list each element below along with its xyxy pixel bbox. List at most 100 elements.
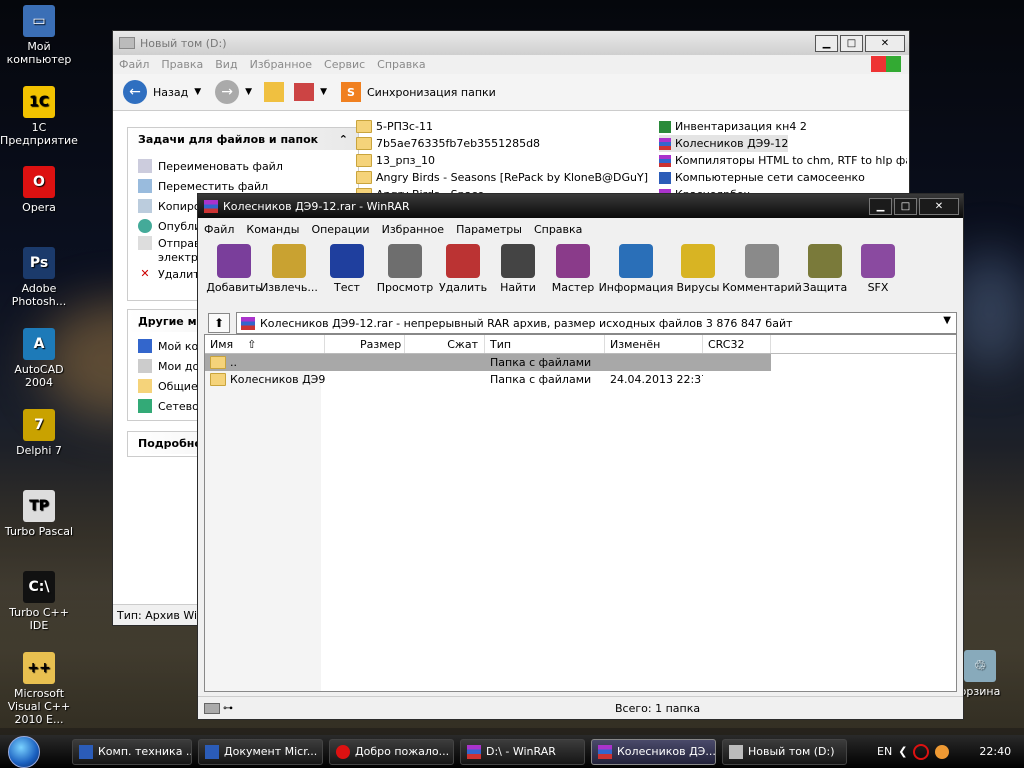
file-item[interactable]: Инвентаризация кн4 2 <box>659 118 807 135</box>
file-item[interactable]: Компьютерные сети самосеенко <box>659 169 865 186</box>
taskbar-item-opera[interactable]: Добро пожало... <box>329 738 454 765</box>
desktop-icon-photoshop[interactable]: Ps Adobe Photosh... <box>0 247 78 308</box>
back-button-label[interactable]: Назад <box>153 86 188 99</box>
path-row: ⬆ Колесников ДЭ9-12.rar - непрерывный RA… <box>198 310 963 336</box>
col-crc[interactable]: CRC32 <box>703 335 771 353</box>
close-button[interactable]: ✕ <box>865 34 905 52</box>
desktop-icon-turbo-cpp[interactable]: C:\ Turbo C++ IDE <box>0 571 78 632</box>
desktop-icon-label: AutoCAD 2004 <box>14 363 64 389</box>
minimize-button[interactable]: ▁ <box>869 197 892 215</box>
folder-icon <box>356 154 372 167</box>
desktop-icon-1c[interactable]: 1С 1С Предприятие <box>0 86 78 147</box>
sort-up-icon: ⇧ <box>247 337 257 351</box>
toolbar-delete-button[interactable]: Удалить <box>434 240 492 294</box>
col-type[interactable]: Тип <box>485 335 605 353</box>
up-arrow-icon: ⬆ <box>213 316 225 330</box>
table-row[interactable]: Колесников ДЭ9... Папка с файлами 24.04.… <box>205 371 771 388</box>
documents-icon <box>138 359 152 373</box>
path-dropdown-icon[interactable]: ▼ <box>943 315 951 326</box>
desktop-icon-my-computer[interactable]: ▭ Мой компьютер <box>0 5 78 66</box>
word-icon <box>79 744 93 759</box>
desktop-icon-visual-cpp[interactable]: ++ Microsoft Visual C++ 2010 E... <box>0 652 78 726</box>
menu-commands[interactable]: Команды <box>240 223 305 236</box>
rename-icon <box>138 159 152 173</box>
desktop-icon-label: Adobe Photosh... <box>11 282 67 308</box>
toolbar-find-button[interactable]: Найти <box>492 240 544 294</box>
up-folder-button[interactable]: ⬆ <box>208 313 230 333</box>
desktop-icon-autocad[interactable]: A AutoCAD 2004 <box>0 328 78 389</box>
toolbar-view-button[interactable]: Просмотр <box>376 240 434 294</box>
desktop-icon-turbo-pascal[interactable]: TP Turbo Pascal <box>0 490 78 538</box>
agent-tray-icon[interactable] <box>935 744 950 759</box>
table-row[interactable]: .. Папка с файлами <box>205 354 771 371</box>
file-item[interactable]: Angry Birds - Seasons [RePack by KloneB@… <box>356 169 648 186</box>
menu-help[interactable]: Справка <box>528 223 588 236</box>
menu-options[interactable]: Параметры <box>450 223 528 236</box>
explorer-titlebar[interactable]: Новый том (D:) ▁ □ ✕ <box>113 31 909 55</box>
menu-favorites[interactable]: Избранное <box>244 58 318 71</box>
minimize-button[interactable]: ▁ <box>815 34 838 52</box>
menu-tools[interactable]: Сервис <box>318 58 371 71</box>
toolbar-protect-button[interactable]: Защита <box>798 240 852 294</box>
menu-file[interactable]: Файл <box>113 58 155 71</box>
toolbar-comment-button[interactable]: Комментарий <box>722 240 802 294</box>
back-dropdown-icon[interactable]: ▼ <box>194 87 201 97</box>
col-size[interactable]: Размер <box>325 335 405 353</box>
views-icon[interactable] <box>294 83 315 101</box>
menu-help[interactable]: Справка <box>371 58 431 71</box>
file-item-selected[interactable]: Колесников ДЭ9-12 <box>659 135 789 152</box>
start-button[interactable] <box>0 735 48 768</box>
maximize-button[interactable]: □ <box>840 34 863 52</box>
desktop-icon-opera[interactable]: O Opera <box>0 166 78 214</box>
language-indicator[interactable]: EN <box>877 745 892 758</box>
desktop-icon-delphi[interactable]: 7 Delphi 7 <box>0 409 78 457</box>
menu-operations[interactable]: Операции <box>305 223 375 236</box>
taskbar-item-winrar-archive[interactable]: Колесников ДЭ... <box>591 738 716 765</box>
collapse-icon[interactable]: ⌃ <box>339 133 348 146</box>
col-modified[interactable]: Изменён <box>605 335 703 353</box>
maximize-button[interactable]: □ <box>894 197 917 215</box>
recycle-bin-icon: ♲ <box>964 650 996 682</box>
toolbar-add-archive-button[interactable]: Добавить <box>206 240 262 294</box>
file-tasks-header[interactable]: Задачи для файлов и папок ⌃ <box>128 128 358 150</box>
menu-file[interactable]: Файл <box>198 223 240 236</box>
toolbar-sfx-button[interactable]: SFX <box>852 240 904 294</box>
winrar-titlebar[interactable]: Колесников ДЭ9-12.rar - WinRAR ▁ □ ✕ <box>198 194 963 218</box>
file-item[interactable]: Компиляторы HTML to chm, RTF to hlp файл… <box>659 152 907 169</box>
taskbar-item-explorer[interactable]: Новый том (D:) <box>722 738 847 765</box>
taskbar-item-word-1[interactable]: Комп. техника ... <box>72 738 192 765</box>
menu-view[interactable]: Вид <box>209 58 243 71</box>
sync-folder-button[interactable]: Синхронизация папки <box>367 86 496 99</box>
key-icon: ⊶ <box>223 702 233 714</box>
toolbar-label: Комментарий <box>722 281 802 294</box>
taskbar-item-word-2[interactable]: Документ Micr... <box>198 738 323 765</box>
drive-status-icon <box>204 702 220 714</box>
task-rename[interactable]: Переименовать файл <box>128 156 358 176</box>
forward-dropdown-icon[interactable]: ▼ <box>245 87 252 97</box>
taskbar-item-winrar-d[interactable]: D:\ - WinRAR <box>460 738 585 765</box>
toolbar-test-button[interactable]: Тест <box>318 240 376 294</box>
menu-favorites[interactable]: Избранное <box>376 223 450 236</box>
desktop-icon-label: 1С Предприятие <box>0 121 78 147</box>
tray-expand-icon[interactable]: ❮ <box>898 745 907 758</box>
archive-path-box[interactable]: Колесников ДЭ9-12.rar - непрерывный RAR … <box>236 312 957 334</box>
toolbar-info-button[interactable]: Информация <box>599 240 673 294</box>
toolbar-wizard-button[interactable]: Мастер <box>544 240 602 294</box>
col-packed[interactable]: Сжат <box>405 335 485 353</box>
file-item[interactable]: 13_рпз_10 <box>356 152 435 169</box>
back-arrow-icon[interactable]: ← <box>123 80 147 104</box>
close-button[interactable]: ✕ <box>919 197 959 215</box>
forward-arrow-icon[interactable]: → <box>215 80 240 104</box>
folder-up-icon[interactable] <box>264 82 285 102</box>
sync-icon[interactable]: S <box>340 82 361 102</box>
file-item[interactable]: 5-РПЗс-11 <box>356 118 433 135</box>
toolbar-extract-button[interactable]: Извлечь... <box>260 240 318 294</box>
toolbar-virus-scan-button[interactable]: Вирусы <box>670 240 726 294</box>
views-dropdown-icon[interactable]: ▼ <box>320 87 327 97</box>
clock[interactable]: 22:40 <box>979 745 1011 758</box>
photoshop-icon: Ps <box>23 247 55 279</box>
menu-edit[interactable]: Правка <box>155 58 209 71</box>
opera-tray-icon[interactable] <box>913 743 930 760</box>
col-name[interactable]: Имя ⇧ <box>205 335 325 353</box>
file-item[interactable]: 7b5ae76335fb7eb3551285d8 <box>356 135 540 152</box>
